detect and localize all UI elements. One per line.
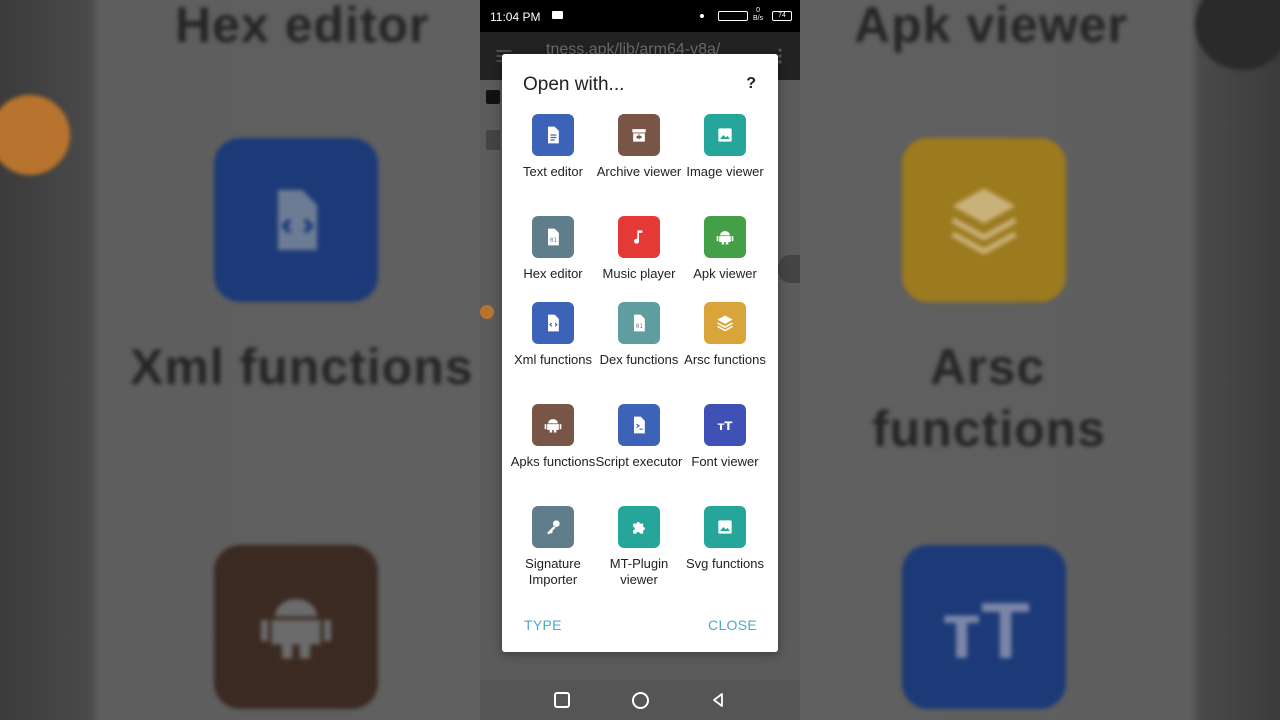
open-with-mt-plugin-viewer[interactable]: MT-Plugin viewer bbox=[593, 506, 685, 588]
image-icon bbox=[704, 506, 746, 548]
open-with-script-executor[interactable]: Script executor bbox=[593, 404, 685, 470]
binary-file-icon: 01 bbox=[618, 302, 660, 344]
nav-recents-icon[interactable] bbox=[551, 689, 573, 711]
key-icon bbox=[532, 506, 574, 548]
folder-icon bbox=[486, 90, 500, 104]
status-time: 11:04 PM bbox=[490, 10, 541, 24]
bg-hex-editor-text: Hex editor bbox=[175, 0, 430, 53]
network-speed: 0 B/s bbox=[753, 7, 763, 23]
open-with-music-player[interactable]: Music player bbox=[593, 216, 685, 282]
app-label: Xml functions bbox=[513, 352, 593, 367]
android-icon bbox=[532, 404, 574, 446]
svg-text:01: 01 bbox=[550, 238, 558, 244]
svg-text:01: 01 bbox=[636, 324, 644, 330]
app-label: MT-Plugin viewer bbox=[609, 556, 669, 587]
open-with-hex-editor[interactable]: 01 Hex editor bbox=[507, 216, 599, 282]
app-label: Music player bbox=[602, 266, 676, 281]
nav-home-icon[interactable] bbox=[629, 689, 651, 711]
text-document-icon bbox=[532, 114, 574, 156]
network-speed-value: 0 bbox=[756, 7, 761, 14]
status-bar: 11:04 PM 0 B/s 74 bbox=[480, 0, 800, 32]
floating-avatar[interactable] bbox=[778, 255, 800, 283]
app-label: Apks functions bbox=[510, 454, 596, 469]
app-label: Arsc functions bbox=[684, 352, 766, 367]
bg-apk-viewer-text: Apk viewer bbox=[854, 0, 1129, 53]
bg-orange-circle bbox=[0, 95, 70, 175]
app-label: Font viewer bbox=[691, 454, 759, 469]
font-icon: ᴛT bbox=[704, 404, 746, 446]
app-label: Hex editor bbox=[523, 266, 583, 281]
open-with-archive-viewer[interactable]: Archive viewer bbox=[593, 114, 685, 180]
open-with-text-editor[interactable]: Text editor bbox=[507, 114, 599, 180]
binary-file-icon: 01 bbox=[532, 216, 574, 258]
android-icon bbox=[261, 599, 331, 659]
code-file-icon bbox=[278, 190, 317, 250]
open-with-dialog: Open with... ? Text editor Archive viewer… bbox=[502, 54, 778, 652]
open-with-dex-functions[interactable]: 01 Dex functions bbox=[593, 302, 685, 368]
signal-icon bbox=[718, 11, 748, 21]
background-right-blur: Apk viewer Arsc functions ᴛT bbox=[800, 0, 1280, 720]
background-left-blur: Hex editor Xml functions bbox=[0, 0, 480, 720]
open-with-apks-functions[interactable]: Apks functions bbox=[507, 404, 599, 470]
font-icon: ᴛT bbox=[942, 586, 1031, 675]
type-button[interactable]: TYPE bbox=[524, 617, 562, 633]
image-icon bbox=[704, 114, 746, 156]
android-icon bbox=[704, 216, 746, 258]
dialog-title: Open with... bbox=[523, 74, 625, 95]
svg-text:ᴛT: ᴛT bbox=[718, 419, 733, 433]
notification-dot-icon bbox=[700, 14, 704, 18]
bg-avatar-blob bbox=[1195, 0, 1280, 70]
help-button[interactable]: ? bbox=[746, 75, 756, 93]
open-with-svg-functions[interactable]: Svg functions bbox=[679, 506, 771, 572]
bg-xml-functions-text: Xml functions bbox=[130, 339, 474, 395]
app-label: Script executor bbox=[595, 454, 683, 469]
bg-arsc-tile bbox=[902, 138, 1066, 302]
open-with-apk-viewer[interactable]: Apk viewer bbox=[679, 216, 771, 282]
puzzle-icon bbox=[618, 506, 660, 548]
nav-back-icon[interactable] bbox=[707, 689, 729, 711]
close-button[interactable]: CLOSE bbox=[708, 617, 757, 633]
open-with-image-viewer[interactable]: Image viewer bbox=[679, 114, 771, 180]
code-file-icon bbox=[532, 302, 574, 344]
network-speed-unit: B/s bbox=[753, 15, 764, 22]
app-label: Signature Importer bbox=[525, 556, 581, 587]
app-label: Apk viewer bbox=[693, 266, 757, 281]
bg-font-tile: ᴛT bbox=[902, 545, 1066, 709]
battery-icon: 74 bbox=[772, 11, 792, 21]
open-with-font-viewer[interactable]: ᴛT Font viewer bbox=[679, 404, 771, 470]
layers-icon bbox=[951, 188, 1017, 255]
bg-apks-tile bbox=[214, 545, 378, 709]
open-with-signature-importer[interactable]: Signature Importer bbox=[507, 506, 599, 588]
layers-icon bbox=[704, 302, 746, 344]
terminal-file-icon bbox=[618, 404, 660, 446]
app-label: Image viewer bbox=[686, 164, 764, 179]
navigation-bar bbox=[480, 680, 800, 720]
open-with-xml-functions[interactable]: Xml functions bbox=[507, 302, 599, 368]
app-label: Archive viewer bbox=[596, 164, 682, 179]
bg-functions-text: functions bbox=[872, 401, 1106, 457]
app-label: Svg functions bbox=[685, 556, 765, 571]
screen-record-icon bbox=[552, 11, 563, 19]
archive-box-icon bbox=[618, 114, 660, 156]
bg-xml-tile bbox=[214, 138, 378, 302]
bg-arsc-text: Arsc bbox=[930, 339, 1046, 395]
app-label: Dex functions bbox=[599, 352, 679, 367]
file-icon bbox=[486, 130, 500, 150]
open-with-arsc-functions[interactable]: Arsc functions bbox=[679, 302, 771, 368]
app-label: Text editor bbox=[523, 164, 583, 179]
music-note-icon bbox=[618, 216, 660, 258]
floating-edit-icon[interactable] bbox=[480, 305, 494, 319]
